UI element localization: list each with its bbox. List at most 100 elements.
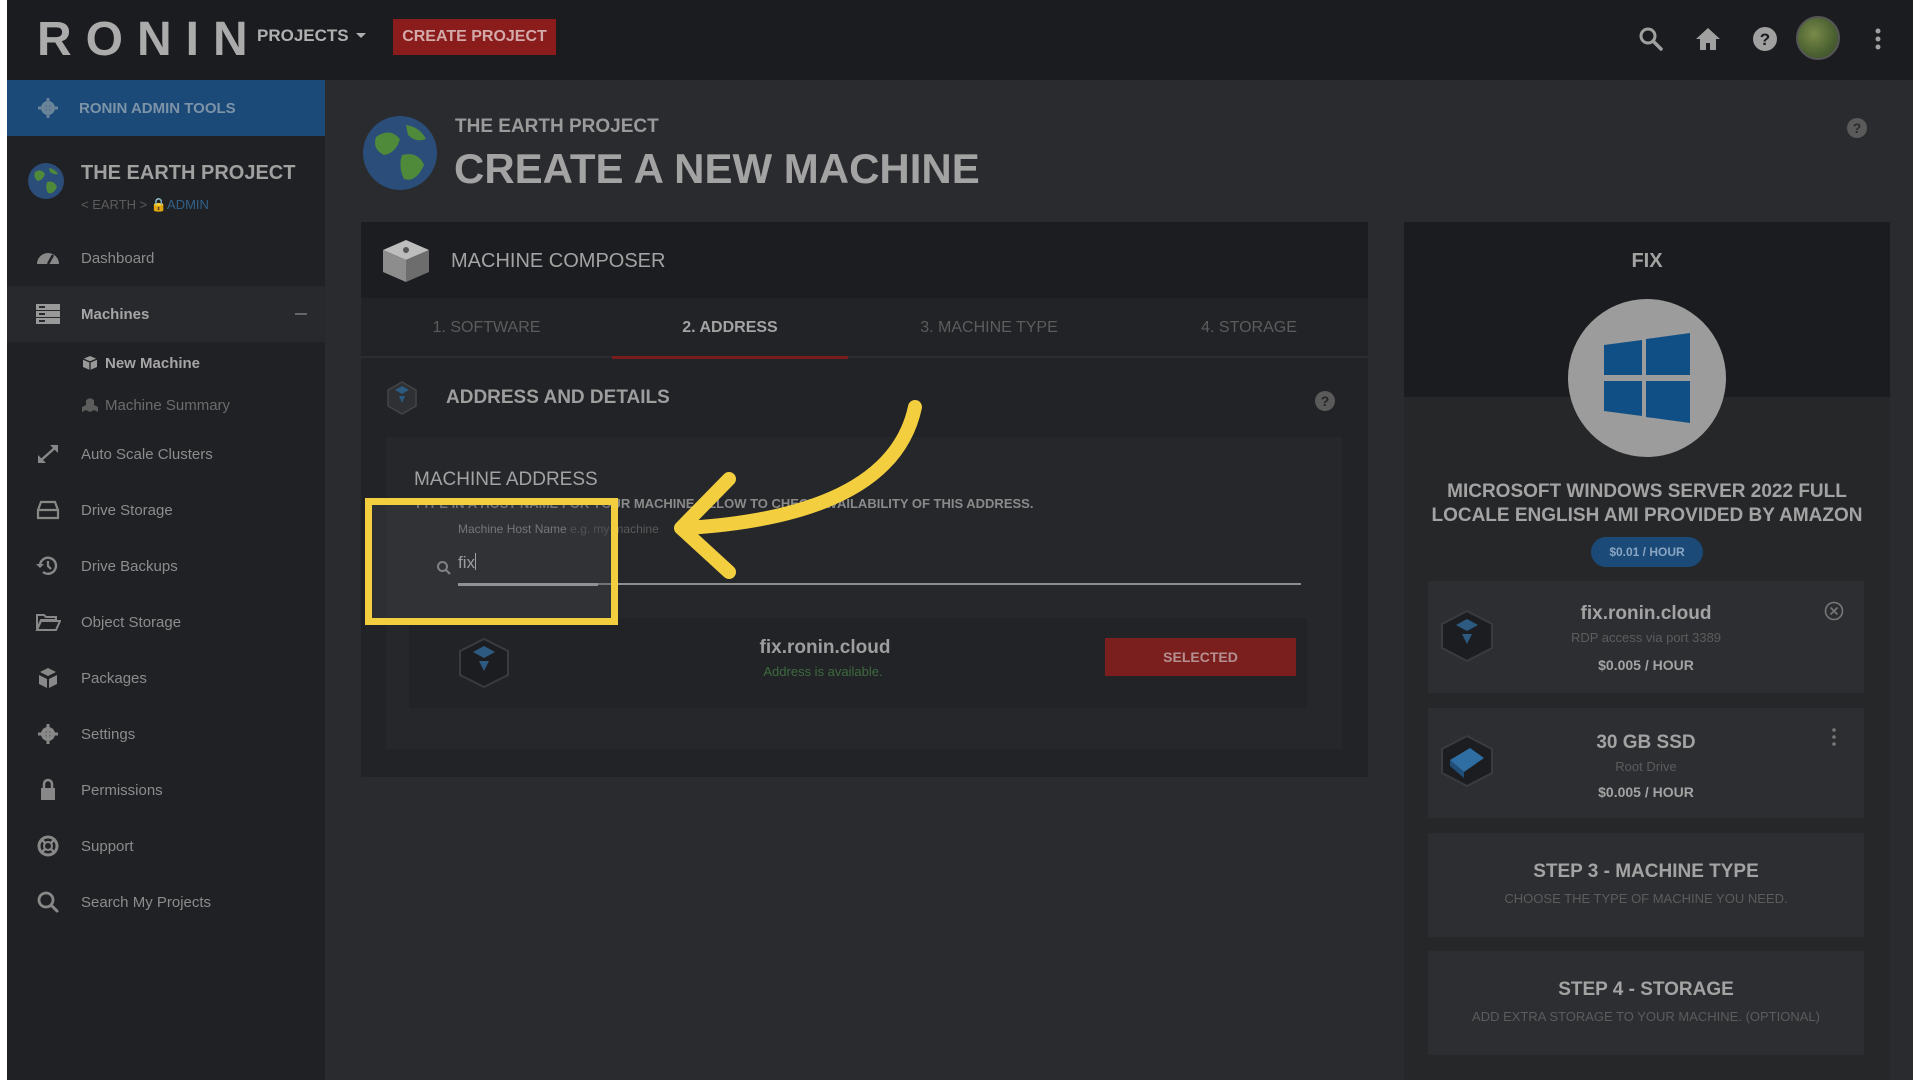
packages-icon (39, 668, 57, 688)
search-icon (37, 891, 59, 913)
help-icon[interactable]: ? (1750, 24, 1780, 54)
step3-title: STEP 3 - MACHINE TYPE (1533, 861, 1759, 882)
sidebar-item-object-storage[interactable]: Object Storage (7, 594, 325, 650)
section-title: ADDRESS AND DETAILS (446, 387, 670, 408)
project-name: THE EARTH PROJECT (81, 162, 296, 184)
lock-icon (41, 778, 55, 800)
sidebar-item-search-my-projects[interactable]: Search My Projects (7, 874, 325, 930)
step3-desc: CHOOSE THE TYPE OF MACHINE YOU NEED. (1504, 891, 1788, 906)
sidebar-item-settings[interactable]: Settings (7, 706, 325, 762)
app-window: RONIN PROJECTS CREATE PROJECT ? RONIN AD… (7, 0, 1913, 1080)
sidebar-item-label: Machines (81, 305, 150, 323)
projects-menu[interactable]: PROJECTS (257, 26, 367, 46)
page-project-name: THE EARTH PROJECT (455, 116, 659, 137)
breadcrumb-admin: 🔒ADMIN (150, 197, 209, 212)
address-result-card: fix.ronin.cloud Address is available. SE… (409, 618, 1307, 708)
sidebar-item-label: Drive Storage (81, 501, 173, 519)
storage-summary-card: 30 GB SSD Root Drive $0.005 / HOUR (1428, 708, 1864, 818)
result-address-text: fix.ronin.cloud (759, 637, 891, 658)
machine-address-title: MACHINE ADDRESS (414, 469, 598, 490)
sidebar-item-label: Search My Projects (81, 893, 212, 911)
tab-address[interactable]: 2. ADDRESS (612, 298, 848, 359)
sidebar: RONIN ADMIN TOOLS THE EARTH PROJECT < EA… (7, 80, 325, 1080)
svg-text:?: ? (1760, 30, 1770, 49)
cube-icon (82, 356, 98, 370)
help-icon[interactable]: ? (1314, 390, 1336, 412)
expand-arrows-icon (38, 445, 58, 463)
address-icon (387, 381, 417, 415)
sidebar-item-packages[interactable]: Packages (7, 650, 325, 706)
tab-machine-type[interactable]: 3. MACHINE TYPE (848, 298, 1130, 358)
home-icon[interactable] (1693, 24, 1723, 54)
cubes-icon (82, 398, 98, 412)
search-icon[interactable] (1636, 24, 1666, 54)
step4-desc: ADD EXTRA STORAGE TO YOUR MACHINE. (OPTI… (1472, 1009, 1820, 1024)
sidebar-item-support[interactable]: Support (7, 818, 325, 874)
sidebar-item-permissions[interactable]: Permissions (7, 762, 325, 818)
storage-summary-name: 30 GB SSD (1596, 732, 1696, 753)
project-header[interactable]: THE EARTH PROJECT < EARTH > 🔒ADMIN (7, 136, 325, 230)
address-summary-card: fix.ronin.cloud RDP access via port 3389… (1428, 581, 1864, 693)
sidebar-subitem-new-machine[interactable]: New Machine (7, 342, 325, 384)
annotation-highlight-box (365, 498, 618, 625)
sidebar-subitem-label: Machine Summary (105, 396, 231, 414)
sidebar-item-label: Permissions (81, 781, 163, 799)
storage-summary-price: $0.005 / HOUR (1598, 784, 1694, 800)
composer-tabs: 1. SOFTWARE 2. ADDRESS 3. MACHINE TYPE 4… (361, 298, 1368, 359)
step3-card[interactable]: STEP 3 - MACHINE TYPE CHOOSE THE TYPE OF… (1428, 833, 1864, 937)
sidebar-item-label: Support (81, 837, 134, 855)
sidebar-item-machines[interactable]: Machines (7, 286, 325, 342)
sidebar-item-dashboard[interactable]: Dashboard (7, 230, 325, 286)
globe-icon (28, 163, 64, 199)
tab-software[interactable]: 1. SOFTWARE (361, 298, 612, 358)
drive-icon (36, 500, 60, 520)
admin-tools-label: RONIN ADMIN TOOLS (79, 99, 236, 117)
address-summary-name: fix.ronin.cloud (1580, 603, 1712, 624)
kebab-menu-icon[interactable] (1832, 728, 1836, 746)
folder-open-icon (35, 614, 61, 631)
os-name: MICROSOFT WINDOWS SERVER 2022 FULL LOCAL… (1431, 481, 1863, 526)
dashboard-icon (37, 253, 59, 265)
lifebuoy-icon (37, 835, 59, 857)
ronin-logo[interactable]: RONIN (37, 12, 262, 67)
help-icon[interactable]: ? (1846, 117, 1868, 139)
box-icon (383, 240, 429, 282)
user-avatar[interactable] (1796, 16, 1840, 60)
svg-text:?: ? (1321, 393, 1330, 409)
step4-card[interactable]: STEP 4 - STORAGE ADD EXTRA STORAGE TO YO… (1428, 951, 1864, 1055)
address-summary-detail: RDP access via port 3389 (1570, 630, 1722, 645)
sidebar-item-drive-storage[interactable]: Drive Storage (7, 482, 325, 538)
summary-machine-name: FIX (1631, 250, 1663, 272)
sidebar-item-label: Auto Scale Clusters (81, 445, 213, 463)
close-icon[interactable] (1824, 601, 1844, 621)
composer-header: MACHINE COMPOSER (361, 222, 1368, 298)
collapse-icon[interactable] (295, 313, 307, 315)
breadcrumb-earth[interactable]: < EARTH > (81, 197, 147, 212)
tab-storage[interactable]: 4. STORAGE (1130, 298, 1368, 358)
sidebar-item-label: Dashboard (81, 249, 155, 267)
selected-button[interactable]: SELECTED (1105, 638, 1296, 676)
windows-logo-icon (1604, 333, 1690, 423)
sidebar-item-auto-scale-clusters[interactable]: Auto Scale Clusters (7, 426, 325, 482)
sidebar-subitem-label: New Machine (105, 354, 201, 372)
create-project-button[interactable]: CREATE PROJECT (393, 19, 556, 55)
top-bar: RONIN PROJECTS CREATE PROJECT ? (7, 0, 1913, 80)
history-icon (36, 556, 58, 575)
page-title: CREATE A NEW MACHINE (454, 145, 980, 192)
sidebar-subitem-machine-summary[interactable]: Machine Summary (7, 384, 325, 426)
globe-icon (363, 116, 437, 190)
storage-summary-detail: Root Drive (1615, 759, 1677, 774)
sidebar-item-label: Packages (81, 669, 147, 687)
sidebar-item-label: Settings (81, 725, 136, 743)
caret-down-icon (355, 33, 366, 38)
admin-tools-button[interactable]: RONIN ADMIN TOOLS (7, 80, 325, 136)
step4-title: STEP 4 - STORAGE (1558, 979, 1734, 1000)
os-price-badge: $0.01 / HOUR (1591, 537, 1703, 567)
svg-text:?: ? (1853, 120, 1862, 136)
sidebar-item-drive-backups[interactable]: Drive Backups (7, 538, 325, 594)
machines-icon (36, 304, 60, 324)
sidebar-item-label: Drive Backups (81, 557, 178, 575)
admin-role-label: ADMIN (167, 197, 209, 212)
composer-title: MACHINE COMPOSER (451, 250, 666, 272)
kebab-menu-icon[interactable] (1873, 24, 1883, 54)
